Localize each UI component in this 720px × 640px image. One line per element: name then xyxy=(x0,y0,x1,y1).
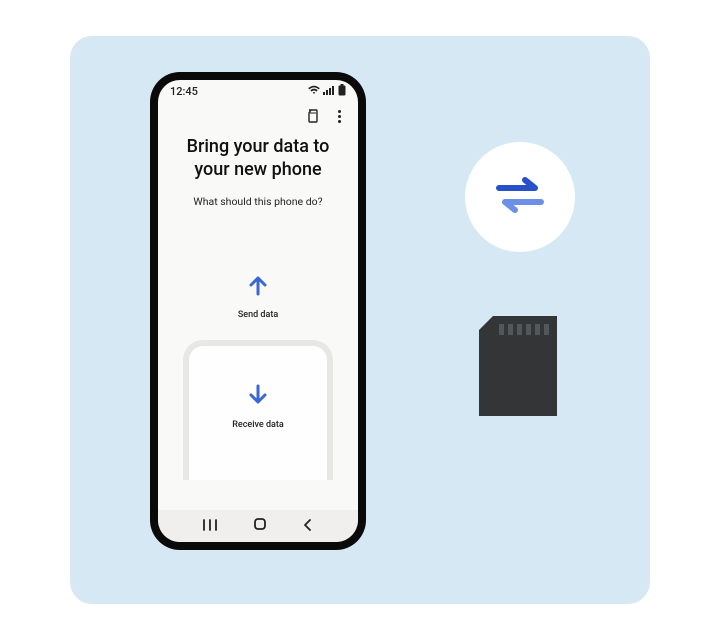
battery-icon xyxy=(338,84,346,99)
back-nav-icon[interactable] xyxy=(301,517,315,536)
phone-screen: 12:45 xyxy=(158,80,358,542)
receive-data-button[interactable]: Receive data xyxy=(183,340,333,480)
arrow-up-icon xyxy=(245,272,271,302)
page-title-line2: your new phone xyxy=(194,159,321,180)
recents-nav-icon[interactable] xyxy=(201,517,219,536)
page-title-line1: Bring your data to xyxy=(187,136,330,157)
sd-card-large-icon xyxy=(479,316,557,416)
wifi-icon xyxy=(308,85,320,98)
status-bar: 12:45 xyxy=(158,80,358,102)
sd-card-icon[interactable] xyxy=(306,109,320,123)
main-content: Bring your data to your new phone What s… xyxy=(158,130,358,510)
new-phone-outline: Receive data xyxy=(183,340,333,480)
swap-arrows-icon xyxy=(493,174,547,220)
info-panel: 12:45 xyxy=(70,36,650,604)
status-indicators xyxy=(308,84,346,99)
send-data-label: Send data xyxy=(238,310,278,320)
android-nav-bar xyxy=(158,510,358,542)
status-time: 12:45 xyxy=(170,85,198,98)
send-data-button[interactable]: Send data xyxy=(238,272,278,320)
arrow-down-icon xyxy=(245,382,271,412)
transfer-badge xyxy=(465,142,575,252)
signal-icon xyxy=(323,85,335,98)
more-options-icon[interactable] xyxy=(332,107,346,125)
page-title: Bring your data to your new phone xyxy=(167,136,350,181)
app-action-bar xyxy=(158,102,358,130)
home-nav-icon[interactable] xyxy=(252,516,268,536)
receive-data-label: Receive data xyxy=(232,420,284,430)
page-subtitle: What should this phone do? xyxy=(193,195,322,208)
phone-mockup: 12:45 xyxy=(150,72,366,550)
